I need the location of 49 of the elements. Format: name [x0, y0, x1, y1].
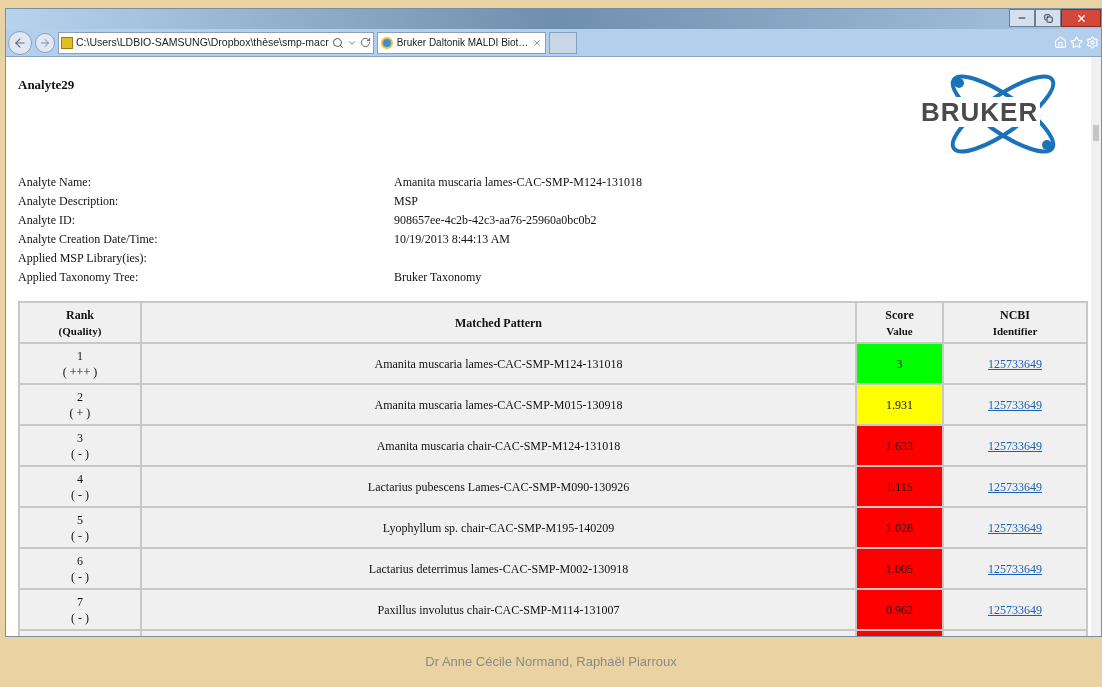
address-text: C:\Users\LDBIO-SAMSUNG\Dropbox\thèse\smp-macr — [76, 34, 329, 50]
browser-tab[interactable]: Bruker Daltonik MALDI Biot… — [376, 31, 547, 54]
field-value: MSP — [394, 193, 419, 210]
field-label: Analyte Creation Date/Time: — [18, 231, 159, 248]
pattern-cell: Paxillus involutus chair-CAC-SMP-M114-131007 — [141, 589, 856, 630]
logo-text: BRUKER — [919, 97, 1041, 127]
field-value: Amanita muscaria lames-CAC-SMP-M124-131018 — [394, 174, 642, 191]
rank-cell: 7 ( - ) — [19, 589, 141, 630]
field-value: Bruker Taxonomy — [394, 269, 482, 286]
score-cell: 1.931 — [856, 384, 943, 425]
tab-title: Bruker Daltonik MALDI Biot… — [396, 36, 529, 50]
report-title: Analyte29 — [18, 76, 75, 94]
ncbi-link[interactable]: 125733649 — [988, 356, 1042, 371]
field-value: 10/19/2013 8:44:13 AM — [394, 231, 510, 248]
ncbi-link[interactable]: 125733649 — [988, 479, 1042, 494]
rank-cell: 5 ( - ) — [19, 507, 141, 548]
column-header: Matched Pattern — [141, 302, 856, 343]
pattern-cell: Amanita muscaria chair-CAC-SMP-M124-131018 — [141, 425, 856, 466]
ncbi-link[interactable]: 125733649 — [988, 397, 1042, 412]
rank-cell: 1 ( +++ ) — [19, 343, 141, 384]
field-value: 908657ee-4c2b-42c3-aa76-25960a0bc0b2 — [394, 212, 597, 229]
pattern-cell: Amanita muscaria lames-CAC-SMP-M124-131018 — [141, 343, 856, 384]
field-label: Analyte ID: — [18, 212, 76, 229]
rank-cell: 6 ( - ) — [19, 548, 141, 589]
score-cell: 3 — [856, 343, 943, 384]
ncbi-link[interactable]: 125733649 — [988, 561, 1042, 576]
score-cell: 1.633 — [856, 425, 943, 466]
field-label: Applied MSP Library(ies): — [18, 250, 148, 267]
score-cell: 1.028 — [856, 507, 943, 548]
score-cell: 0.962 — [856, 589, 943, 630]
field-label: Analyte Description: — [18, 193, 120, 210]
rank-cell: 3 ( - ) — [19, 425, 141, 466]
rank-cell: 2 ( + ) — [19, 384, 141, 425]
pattern-cell: Lyophyllum sp. chair-CAC-SMP-M195-140209 — [141, 507, 856, 548]
ncbi-link[interactable]: 125733649 — [988, 602, 1042, 617]
column-header: NCBI Identifier — [943, 302, 1087, 343]
pattern-cell: Lactarius deterrimus lames-CAC-SMP-M002-130918 — [141, 548, 856, 589]
pattern-cell: Lactarius pubescens Lames-CAC-SMP-M090-130926 — [141, 466, 856, 507]
address-bar[interactable]: C:\Users\LDBIO-SAMSUNG\Dropbox\thèse\smp-macr — [58, 31, 374, 54]
field-label: Analyte Name: — [18, 174, 92, 191]
ncbi-link[interactable]: 125733649 — [988, 438, 1042, 453]
score-cell: 1.005 — [856, 548, 943, 589]
rank-cell: 4 ( - ) — [19, 466, 141, 507]
field-label: Applied Taxonomy Tree: — [18, 269, 140, 286]
slide-footer: Dr Anne Cécile Normand, Raphaël Piarroux — [425, 652, 677, 672]
score-cell: 1.115 — [856, 466, 943, 507]
column-header: Rank (Quality) — [19, 302, 141, 343]
ncbi-link[interactable]: 125733649 — [988, 520, 1042, 535]
pattern-cell: Amanita muscaria lames-CAC-SMP-M015-130918 — [141, 384, 856, 425]
